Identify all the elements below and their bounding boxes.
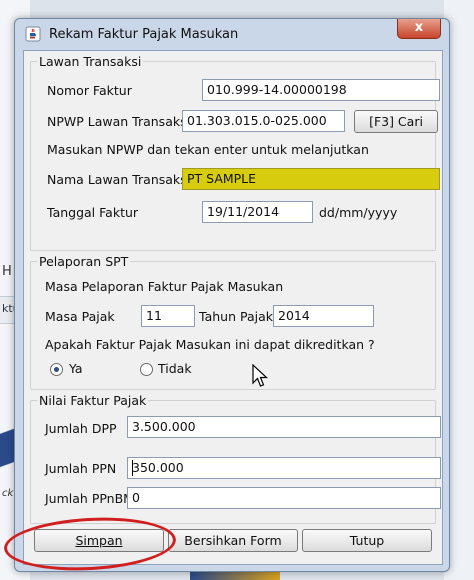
bersihkan-form-button[interactable]: Bersihkan Form <box>168 529 298 552</box>
section-legend: Pelaporan SPT <box>37 254 131 269</box>
section-legend: Nilai Faktur Pajak <box>37 393 149 408</box>
npwp-field[interactable]: 01.303.015.0-025.000 <box>182 110 345 132</box>
section-pelaporan-spt: Pelaporan SPT Masa Pelaporan Faktur Paja… <box>30 254 436 390</box>
close-button[interactable]: x <box>397 19 441 39</box>
section-lawan-transaksi: Lawan Transaksi Nomor Faktur 010.999-14.… <box>30 54 440 251</box>
tutup-button[interactable]: Tutup <box>302 529 432 552</box>
cari-button[interactable]: [F3] Cari <box>354 110 438 133</box>
dialog-content: Lawan Transaksi Nomor Faktur 010.999-14.… <box>23 50 443 565</box>
radio-tidak-label[interactable]: Tidak <box>158 361 192 376</box>
section-nilai-faktur: Nilai Faktur Pajak Jumlah DPP 3.500.000 … <box>30 393 441 524</box>
nama-label: Nama Lawan Transaksi <box>47 172 191 187</box>
tanggal-label: Tanggal Faktur <box>47 205 139 220</box>
rekam-faktur-dialog: Rekam Faktur Pajak Masukan x Lawan Trans… <box>14 18 450 572</box>
ppnbm-label: Jumlah PPnBM <box>45 491 134 506</box>
npwp-hint: Masukan NPWP dan tekan enter untuk melan… <box>47 142 369 157</box>
masa-heading: Masa Pelaporan Faktur Pajak Masukan <box>45 279 284 294</box>
tanggal-field[interactable]: 19/11/2014 <box>202 201 313 223</box>
ppn-field[interactable]: 350.000 <box>127 457 441 479</box>
nomor-faktur-field[interactable]: 010.999-14.00000198 <box>202 79 440 101</box>
radio-ya[interactable] <box>50 363 63 376</box>
masa-pajak-field[interactable]: 11 <box>141 305 195 327</box>
background-caption-fragment: ck <box>2 488 14 499</box>
radio-tidak[interactable] <box>140 363 153 376</box>
ppn-value: 350.000 <box>132 460 184 475</box>
nama-field[interactable]: PT SAMPLE <box>182 168 440 190</box>
masa-pajak-label: Masa Pajak <box>45 309 115 324</box>
kredit-question: Apakah Faktur Pajak Masukan ini dapat di… <box>45 337 375 352</box>
background-heading-fragment: H <box>2 264 12 279</box>
nomor-faktur-label: Nomor Faktur <box>47 83 132 98</box>
tahun-pajak-label: Tahun Pajak <box>199 309 273 324</box>
java-coffee-icon <box>25 26 41 42</box>
npwp-label: NPWP Lawan Transaksi <box>47 114 191 129</box>
text-caret <box>132 460 133 476</box>
radio-ya-label[interactable]: Ya <box>69 361 83 376</box>
ppn-label: Jumlah PPN <box>45 461 117 476</box>
dpp-label: Jumlah DPP <box>45 421 117 436</box>
tanggal-format-hint: dd/mm/yyyy <box>319 205 398 220</box>
dpp-field[interactable]: 3.500.000 <box>127 416 441 438</box>
tahun-pajak-field[interactable]: 2014 <box>273 305 374 327</box>
window-title: Rekam Faktur Pajak Masukan <box>49 27 239 42</box>
section-legend: Lawan Transaksi <box>37 54 144 69</box>
ppnbm-field[interactable]: 0 <box>127 487 441 509</box>
mouse-pointer-icon <box>252 364 268 387</box>
title-bar[interactable]: Rekam Faktur Pajak Masukan x <box>15 19 449 49</box>
close-icon: x <box>414 20 424 35</box>
